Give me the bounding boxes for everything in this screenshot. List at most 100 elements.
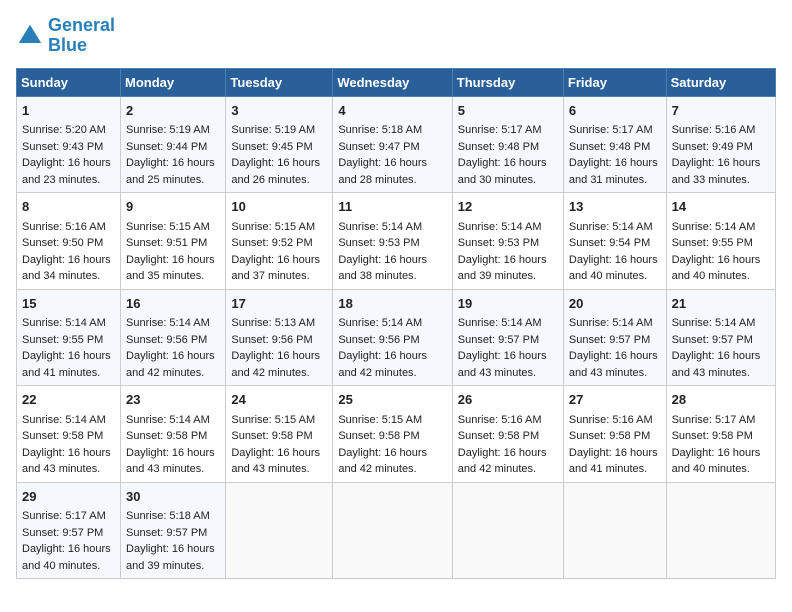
sunset-text: Sunset: 9:57 PM [672,332,770,349]
sunset-text: Sunset: 9:58 PM [569,428,661,445]
daylight-text: Daylight: 16 hours and 28 minutes. [338,155,446,188]
daylight-text: Daylight: 16 hours and 38 minutes. [338,252,446,285]
sunrise-text: Sunrise: 5:15 AM [231,412,327,429]
daylight-text: Daylight: 16 hours and 43 minutes. [126,445,220,478]
sunrise-text: Sunrise: 5:16 AM [458,412,558,429]
sunrise-text: Sunrise: 5:13 AM [231,315,327,332]
calendar-cell: 15Sunrise: 5:14 AMSunset: 9:55 PMDayligh… [17,289,121,386]
sunset-text: Sunset: 9:56 PM [231,332,327,349]
logo: General Blue [16,16,115,56]
calendar-cell [452,482,563,579]
day-number: 18 [338,294,446,314]
sunrise-text: Sunrise: 5:14 AM [338,315,446,332]
header-saturday: Saturday [666,68,775,96]
header-monday: Monday [121,68,226,96]
sunrise-text: Sunrise: 5:18 AM [338,122,446,139]
sunrise-text: Sunrise: 5:14 AM [458,315,558,332]
day-number: 21 [672,294,770,314]
sunset-text: Sunset: 9:56 PM [126,332,220,349]
daylight-text: Daylight: 16 hours and 40 minutes. [22,541,115,574]
calendar-cell: 20Sunrise: 5:14 AMSunset: 9:57 PMDayligh… [563,289,666,386]
day-number: 14 [672,197,770,217]
calendar-cell [563,482,666,579]
sunrise-text: Sunrise: 5:17 AM [458,122,558,139]
sunset-text: Sunset: 9:58 PM [672,428,770,445]
sunset-text: Sunset: 9:57 PM [458,332,558,349]
daylight-text: Daylight: 16 hours and 31 minutes. [569,155,661,188]
sunset-text: Sunset: 9:51 PM [126,235,220,252]
day-number: 3 [231,101,327,121]
sunset-text: Sunset: 9:53 PM [338,235,446,252]
daylight-text: Daylight: 16 hours and 43 minutes. [569,348,661,381]
header-thursday: Thursday [452,68,563,96]
daylight-text: Daylight: 16 hours and 35 minutes. [126,252,220,285]
calendar-cell: 9Sunrise: 5:15 AMSunset: 9:51 PMDaylight… [121,193,226,290]
sunrise-text: Sunrise: 5:19 AM [126,122,220,139]
calendar-cell: 10Sunrise: 5:15 AMSunset: 9:52 PMDayligh… [226,193,333,290]
calendar-cell: 28Sunrise: 5:17 AMSunset: 9:58 PMDayligh… [666,386,775,483]
day-number: 29 [22,487,115,507]
daylight-text: Daylight: 16 hours and 42 minutes. [231,348,327,381]
calendar-cell: 1Sunrise: 5:20 AMSunset: 9:43 PMDaylight… [17,96,121,193]
calendar-cell: 6Sunrise: 5:17 AMSunset: 9:48 PMDaylight… [563,96,666,193]
daylight-text: Daylight: 16 hours and 40 minutes. [569,252,661,285]
day-number: 25 [338,390,446,410]
sunrise-text: Sunrise: 5:14 AM [672,219,770,236]
calendar-cell: 27Sunrise: 5:16 AMSunset: 9:58 PMDayligh… [563,386,666,483]
day-number: 26 [458,390,558,410]
day-number: 27 [569,390,661,410]
day-number: 19 [458,294,558,314]
day-number: 7 [672,101,770,121]
calendar-cell [226,482,333,579]
sunrise-text: Sunrise: 5:14 AM [338,219,446,236]
calendar-cell [333,482,452,579]
day-number: 15 [22,294,115,314]
calendar-cell: 25Sunrise: 5:15 AMSunset: 9:58 PMDayligh… [333,386,452,483]
sunrise-text: Sunrise: 5:16 AM [22,219,115,236]
daylight-text: Daylight: 16 hours and 30 minutes. [458,155,558,188]
daylight-text: Daylight: 16 hours and 39 minutes. [458,252,558,285]
sunrise-text: Sunrise: 5:14 AM [126,412,220,429]
calendar-cell: 3Sunrise: 5:19 AMSunset: 9:45 PMDaylight… [226,96,333,193]
sunset-text: Sunset: 9:58 PM [22,428,115,445]
day-number: 28 [672,390,770,410]
header-friday: Friday [563,68,666,96]
day-number: 8 [22,197,115,217]
sunset-text: Sunset: 9:48 PM [458,139,558,156]
sunset-text: Sunset: 9:57 PM [22,525,115,542]
daylight-text: Daylight: 16 hours and 43 minutes. [672,348,770,381]
calendar-cell: 29Sunrise: 5:17 AMSunset: 9:57 PMDayligh… [17,482,121,579]
daylight-text: Daylight: 16 hours and 42 minutes. [458,445,558,478]
daylight-text: Daylight: 16 hours and 37 minutes. [231,252,327,285]
daylight-text: Daylight: 16 hours and 23 minutes. [22,155,115,188]
sunset-text: Sunset: 9:58 PM [338,428,446,445]
calendar-week-row: 29Sunrise: 5:17 AMSunset: 9:57 PMDayligh… [17,482,776,579]
calendar-week-row: 8Sunrise: 5:16 AMSunset: 9:50 PMDaylight… [17,193,776,290]
calendar-cell: 17Sunrise: 5:13 AMSunset: 9:56 PMDayligh… [226,289,333,386]
calendar-cell: 26 Sunrise: 5:16 AMSunset: 9:58 PMDayligh… [452,386,563,483]
header-tuesday: Tuesday [226,68,333,96]
day-number: 4 [338,101,446,121]
calendar-cell: 8Sunrise: 5:16 AMSunset: 9:50 PMDaylight… [17,193,121,290]
daylight-text: Daylight: 16 hours and 43 minutes. [22,445,115,478]
logo-icon [16,22,44,50]
sunset-text: Sunset: 9:58 PM [458,428,558,445]
sunset-text: Sunset: 9:54 PM [569,235,661,252]
calendar-cell: 30Sunrise: 5:18 AMSunset: 9:57 PMDayligh… [121,482,226,579]
daylight-text: Daylight: 16 hours and 43 minutes. [458,348,558,381]
daylight-text: Daylight: 16 hours and 42 minutes. [338,348,446,381]
sunrise-text: Sunrise: 5:14 AM [126,315,220,332]
sunset-text: Sunset: 9:53 PM [458,235,558,252]
day-number: 17 [231,294,327,314]
day-number: 20 [569,294,661,314]
sunrise-text: Sunrise: 5:17 AM [22,508,115,525]
daylight-text: Daylight: 16 hours and 42 minutes. [338,445,446,478]
sunrise-text: Sunrise: 5:14 AM [672,315,770,332]
calendar-cell: 13Sunrise: 5:14 AMSunset: 9:54 PMDayligh… [563,193,666,290]
calendar-header-row: SundayMondayTuesdayWednesdayThursdayFrid… [17,68,776,96]
calendar-cell: 5Sunrise: 5:17 AMSunset: 9:48 PMDaylight… [452,96,563,193]
daylight-text: Daylight: 16 hours and 34 minutes. [22,252,115,285]
sunrise-text: Sunrise: 5:17 AM [569,122,661,139]
calendar-cell: 22Sunrise: 5:14 AMSunset: 9:58 PMDayligh… [17,386,121,483]
day-number: 10 [231,197,327,217]
